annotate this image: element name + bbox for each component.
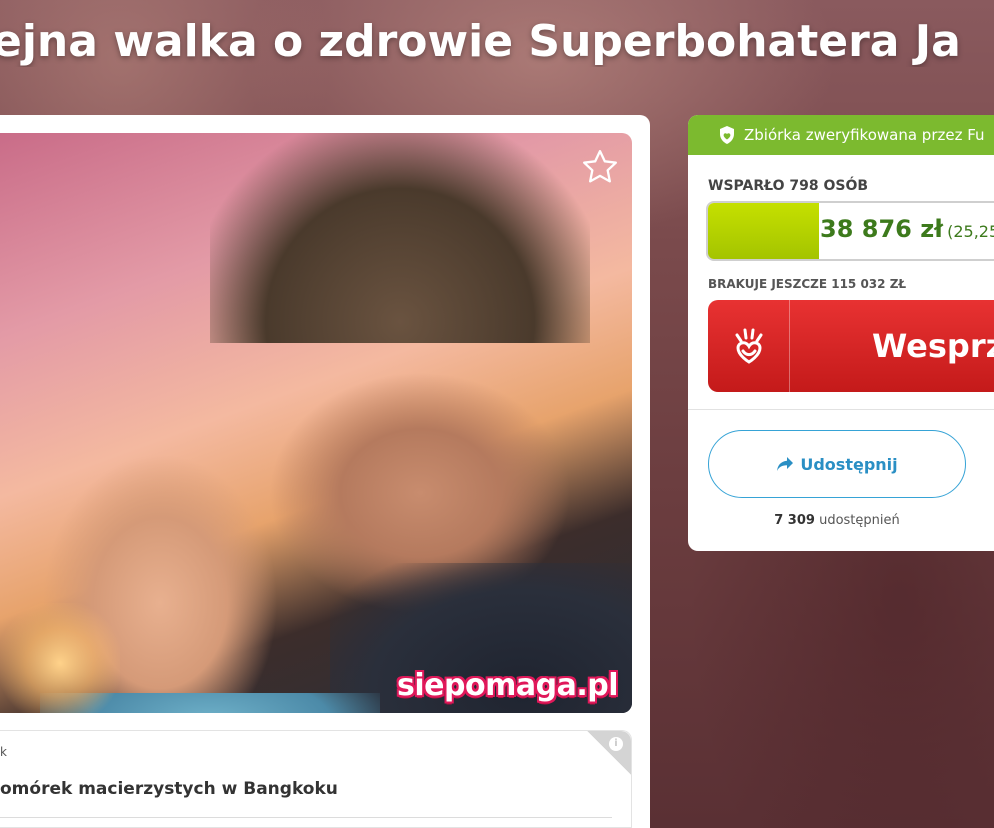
support-button[interactable]: Wesprz bbox=[708, 300, 994, 392]
info-card: i k omórek macierzystych w Bangkoku bbox=[0, 730, 632, 828]
amount-percent: (25,25 bbox=[947, 222, 994, 241]
missing-amount: BRAKUJE JESZCZE 115 032 ZŁ bbox=[708, 277, 907, 291]
photo-region-sunset bbox=[0, 603, 120, 713]
share-arrow-icon bbox=[776, 456, 794, 472]
verified-text: Zbiórka zweryfikowana przez Fu bbox=[744, 126, 985, 144]
shield-icon bbox=[718, 125, 736, 145]
supporters-count: WSPARŁO 798 OSÓB bbox=[708, 178, 869, 194]
info-corner bbox=[587, 731, 631, 775]
share-count: 7 309 udostępnień bbox=[708, 513, 966, 528]
progress-fill bbox=[708, 203, 819, 259]
share-count-suffix: udostępnień bbox=[819, 513, 900, 528]
paw-heart-icon bbox=[708, 300, 790, 392]
campaign-photo: siepomaga.pl bbox=[0, 133, 632, 713]
amount-value: 38 876 zł bbox=[820, 215, 944, 243]
donation-panel: Zbiórka zweryfikowana przez Fu WSPARŁO 7… bbox=[688, 115, 994, 551]
info-divider bbox=[0, 817, 612, 818]
support-button-label: Wesprz bbox=[872, 327, 994, 365]
share-count-value: 7 309 bbox=[774, 513, 815, 528]
page-title: ejna walka o zdrowie Superbohatera Ja bbox=[0, 16, 961, 67]
info-icon[interactable]: i bbox=[609, 737, 623, 751]
star-icon[interactable] bbox=[578, 145, 622, 189]
share-button-label: Udostępnij bbox=[800, 454, 898, 474]
siepomaga-logo: siepomaga.pl bbox=[397, 668, 618, 703]
info-small-text: k bbox=[0, 745, 7, 759]
panel-divider bbox=[688, 409, 994, 410]
progress-amount: 38 876 zł (25,25 bbox=[820, 215, 994, 243]
photo-region-man bbox=[210, 133, 590, 343]
info-text: omórek macierzystych w Bangkoku bbox=[0, 779, 338, 799]
verified-banner: Zbiórka zweryfikowana przez Fu bbox=[688, 115, 994, 155]
share-button[interactable]: Udostępnij bbox=[708, 430, 966, 498]
progress-bar: 38 876 zł (25,25 bbox=[706, 201, 994, 261]
